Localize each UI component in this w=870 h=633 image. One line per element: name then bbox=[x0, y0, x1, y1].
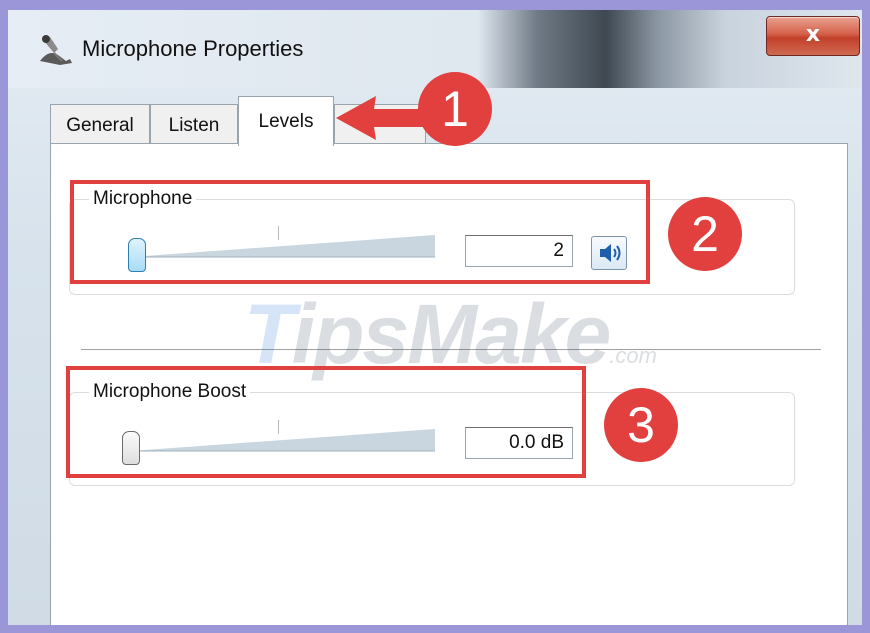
tab-listen[interactable]: Listen bbox=[150, 104, 238, 144]
tab-general[interactable]: General bbox=[50, 104, 150, 144]
microphone-icon bbox=[40, 35, 72, 65]
boost-highlight-box bbox=[66, 366, 586, 478]
tab-label: General bbox=[66, 115, 134, 136]
tab-label: Levels bbox=[258, 111, 314, 132]
annotation-arrow-icon bbox=[336, 96, 432, 140]
tab-label: Listen bbox=[168, 115, 220, 136]
microphone-highlight-box bbox=[70, 180, 650, 284]
close-button[interactable]: x bbox=[766, 16, 860, 56]
annotation-badge-3: 3 bbox=[604, 388, 678, 462]
properties-window: Microphone Properties x General Listen L… bbox=[8, 10, 862, 625]
annotation-badge-2: 2 bbox=[668, 197, 742, 271]
close-icon: x bbox=[805, 22, 821, 47]
tab-levels[interactable]: Levels bbox=[238, 96, 334, 146]
window-title: Microphone Properties bbox=[82, 36, 304, 61]
